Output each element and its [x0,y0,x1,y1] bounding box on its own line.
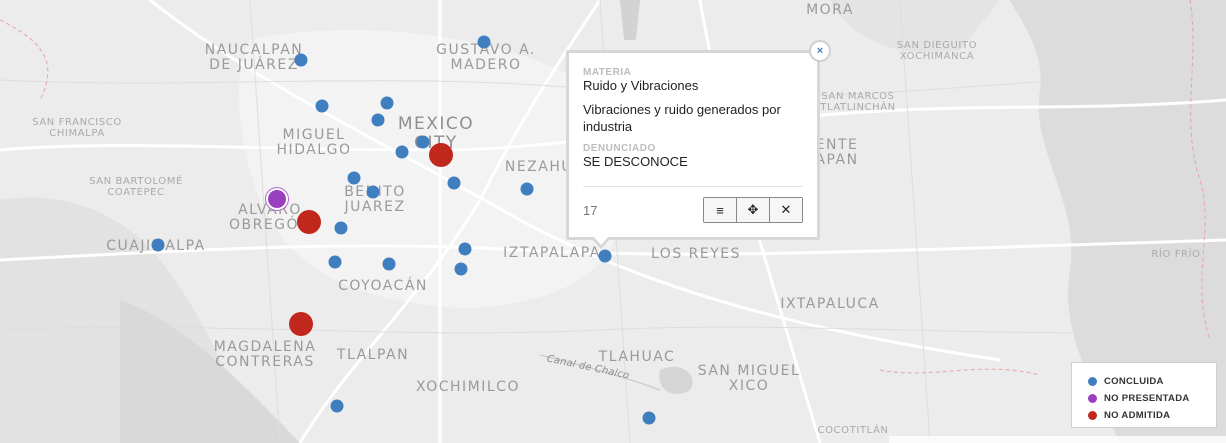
legend-label: NO PRESENTADA [1104,393,1190,404]
popup-dismiss-button[interactable]: × [809,40,831,62]
place-label: SAN BARTOLOMÉ COATEPEC [89,176,183,198]
list-button[interactable]: ≡ [704,198,737,222]
materia-label: MATERIA [583,67,632,78]
map-legend: CONCLUIDA NO PRESENTADA NO ADMITIDA [1071,362,1217,428]
description-text: Vibraciones y ruido generados por indust… [583,102,781,134]
legend-swatch-no-admitida [1088,411,1097,420]
place-label: COYOACÁN [338,278,428,294]
map-marker-concluida[interactable] [380,96,394,110]
map-attribution [889,436,1226,443]
map-marker-concluida[interactable] [477,35,491,49]
map-canvas[interactable]: MORA NAUCALPAN DE JUÁREZ GUSTAVO A. MADERO SA… [0,0,1226,443]
legend-swatch-concluida [1088,377,1097,386]
map-marker-concluida[interactable] [642,411,656,425]
map-marker-no-admitida[interactable] [429,143,453,167]
popup-tip-inner [593,236,609,245]
map-marker-concluida[interactable] [366,185,380,199]
place-label: NAUCALPAN DE JUÁREZ [204,42,304,74]
map-marker-concluida[interactable] [520,182,534,196]
place-label: MAGDALENA CONTRERAS [213,339,317,371]
legend-item: NO ADMITIDA [1088,407,1216,424]
legend-label: NO ADMITIDA [1104,410,1171,421]
place-label: LOS REYES [650,246,742,262]
map-marker-no-admitida[interactable] [297,210,321,234]
map-marker-no-admitida[interactable] [289,312,313,336]
legend-swatch-no-presentada [1088,394,1097,403]
map-marker-concluida[interactable] [458,242,472,256]
place-label: MIGUEL HIDALGO [276,127,352,159]
denunciado-label: DENUNCIADO [583,142,656,154]
map-marker-concluida[interactable] [382,257,396,271]
popup-close-button[interactable]: ✕ [770,198,802,222]
map-marker-concluida[interactable] [334,221,348,235]
close-icon: ✕ [780,202,792,217]
legend-item: NO PRESENTADA [1088,390,1216,407]
place-label: RÍO FRÍO [1151,249,1201,260]
place-label: SAN DIEGUITO XOCHIMANCA [896,40,978,62]
place-label: SAN MARCOS TLATLINCHÁN [820,91,896,113]
record-count: 17 [583,202,598,218]
list-icon: ≡ [716,202,724,218]
info-popup: MATERIA Ruido y Vibraciones Vibraciones … [566,50,820,240]
place-label: SAN MIGUEL XICO [697,363,801,395]
place-label: SAN FRANCISCO CHIMALPA [32,117,122,139]
map-marker-concluida[interactable] [395,145,409,159]
move-icon: ✥ [747,202,759,217]
map-marker-concluida[interactable] [151,238,165,252]
place-label: IZTAPALAPA [503,245,601,261]
map-marker-concluida[interactable] [598,249,612,263]
map-marker-concluida[interactable] [371,113,385,127]
place-label: TLALPAN [336,347,410,363]
legend-item: CONCLUIDA [1088,373,1216,390]
close-icon: × [816,45,824,57]
map-marker-concluida[interactable] [347,171,361,185]
popup-toolbar: ≡ ✥ ✕ [703,197,803,223]
map-marker-concluida[interactable] [416,135,430,149]
place-label: TLAHUAC [598,349,676,365]
map-marker-no-presentada[interactable] [268,190,286,208]
place-label: ENTE APAN [815,137,859,169]
place-label: NEZAHU [504,159,574,175]
map-marker-concluida[interactable] [447,176,461,190]
popup-divider [583,186,803,187]
map-marker-concluida[interactable] [315,99,329,113]
map-marker-concluida[interactable] [328,255,342,269]
denunciado-value: SE DESCONOCE [583,153,688,169]
legend-label: CONCLUIDA [1104,376,1164,387]
place-label: COCOTITLÁN [817,425,889,436]
map-marker-concluida[interactable] [454,262,468,276]
map-marker-concluida[interactable] [294,53,308,67]
place-label: IXTAPALUCA [780,296,880,312]
place-label: XOCHIMILCO [416,379,520,395]
materia-value: Ruido y Vibraciones [583,78,699,93]
move-button[interactable]: ✥ [737,198,770,222]
map-marker-concluida[interactable] [330,399,344,413]
place-label: MORA [806,2,854,18]
